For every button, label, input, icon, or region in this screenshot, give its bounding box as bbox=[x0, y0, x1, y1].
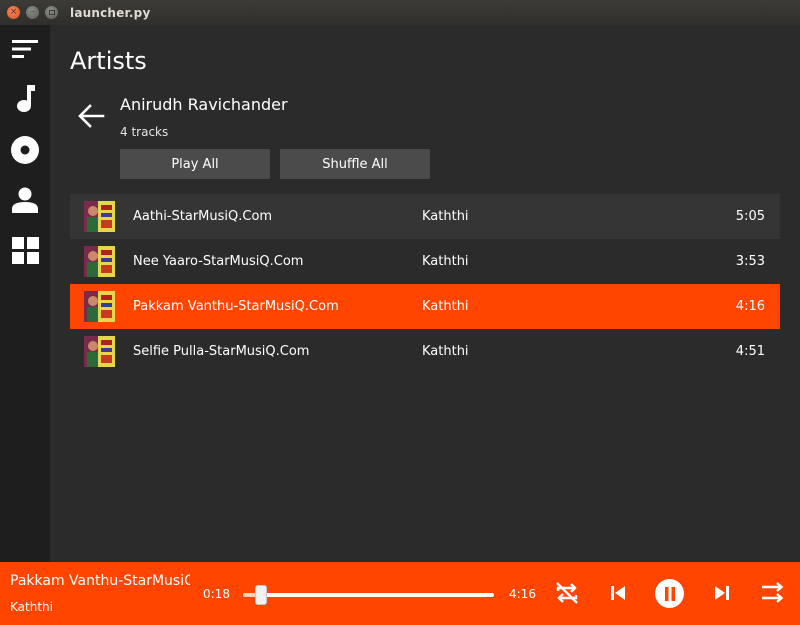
track-duration: 4:51 bbox=[735, 344, 765, 359]
track-row[interactable]: Selfie Pulla-StarMusiQ.Com Kaththi 4:51 bbox=[70, 329, 780, 374]
grid-icon bbox=[11, 236, 39, 264]
minimize-icon: – bbox=[30, 7, 35, 17]
person-icon bbox=[12, 187, 38, 213]
track-album: Kaththi bbox=[422, 344, 469, 359]
arrow-left-icon bbox=[78, 104, 105, 128]
sidebar-item-menu[interactable] bbox=[0, 29, 50, 69]
album-art-thumbnail bbox=[84, 291, 115, 322]
album-art-thumbnail bbox=[84, 246, 115, 277]
title-bar: × – launcher.py bbox=[0, 0, 800, 25]
track-title: Nee Yaaro-StarMusiQ.Com bbox=[133, 254, 304, 269]
track-title: Aathi-StarMusiQ.Com bbox=[133, 209, 273, 224]
close-window-button[interactable]: × bbox=[7, 6, 20, 19]
player-bar: Pakkam Vanthu-StarMusiQ.Com Kaththi 0:18… bbox=[0, 562, 800, 625]
minimize-window-button[interactable]: – bbox=[26, 6, 39, 19]
main-content: Artists Anirudh Ravichander 4 tracks Pla… bbox=[50, 25, 800, 562]
pause-button[interactable] bbox=[655, 579, 684, 608]
next-button[interactable] bbox=[708, 579, 736, 607]
seek-handle[interactable] bbox=[254, 585, 267, 605]
window-title: launcher.py bbox=[70, 5, 151, 20]
repeat-off-icon bbox=[556, 582, 578, 604]
maximize-icon bbox=[48, 10, 55, 15]
artist-name: Anirudh Ravichander bbox=[120, 95, 288, 114]
music-note-icon bbox=[17, 85, 35, 112]
track-album: Kaththi bbox=[422, 299, 469, 314]
sidebar bbox=[0, 25, 50, 562]
track-duration: 5:05 bbox=[735, 209, 765, 224]
pause-icon bbox=[664, 586, 675, 601]
track-album: Kaththi bbox=[422, 254, 469, 269]
now-playing-artist: Kaththi bbox=[10, 600, 53, 614]
shuffle-button[interactable] bbox=[759, 579, 787, 607]
sidebar-item-songs[interactable] bbox=[0, 79, 50, 119]
track-title: Selfie Pulla-StarMusiQ.Com bbox=[133, 344, 310, 359]
track-row[interactable]: Aathi-StarMusiQ.Com Kaththi 5:05 bbox=[70, 194, 780, 239]
sidebar-item-grid[interactable] bbox=[0, 230, 50, 270]
previous-button[interactable] bbox=[604, 579, 632, 607]
track-list: Aathi-StarMusiQ.Com Kaththi 5:05 Nee Yaa… bbox=[70, 194, 780, 374]
back-button[interactable] bbox=[74, 101, 108, 131]
album-art-thumbnail bbox=[84, 336, 115, 367]
page-title: Artists bbox=[70, 47, 147, 75]
close-icon: × bbox=[9, 7, 18, 17]
skip-previous-icon bbox=[611, 586, 625, 600]
track-row-active[interactable]: Pakkam Vanthu-StarMusiQ.Com Kaththi 4:16 bbox=[70, 284, 780, 329]
maximize-window-button[interactable] bbox=[45, 6, 58, 19]
track-row[interactable]: Nee Yaaro-StarMusiQ.Com Kaththi 3:53 bbox=[70, 239, 780, 284]
track-duration: 3:53 bbox=[735, 254, 765, 269]
track-title: Pakkam Vanthu-StarMusiQ.Com bbox=[133, 299, 339, 314]
track-duration: 4:16 bbox=[735, 299, 765, 314]
seek-slider[interactable] bbox=[243, 585, 494, 605]
repeat-off-button[interactable] bbox=[553, 579, 581, 607]
now-playing-title: Pakkam Vanthu-StarMusiQ.Com bbox=[10, 573, 190, 589]
shuffle-icon bbox=[762, 582, 784, 603]
current-time: 0:18 bbox=[203, 587, 230, 601]
sidebar-item-artists[interactable] bbox=[0, 180, 50, 220]
shuffle-all-button[interactable]: Shuffle All bbox=[280, 149, 430, 179]
play-all-button[interactable]: Play All bbox=[120, 149, 270, 179]
track-count: 4 tracks bbox=[120, 125, 169, 139]
sidebar-item-albums[interactable] bbox=[0, 130, 50, 170]
album-art-thumbnail bbox=[84, 201, 115, 232]
track-album: Kaththi bbox=[422, 209, 469, 224]
skip-next-icon bbox=[715, 586, 729, 600]
total-time: 4:16 bbox=[509, 587, 536, 601]
disc-icon bbox=[11, 136, 39, 164]
menu-icon bbox=[12, 40, 38, 58]
